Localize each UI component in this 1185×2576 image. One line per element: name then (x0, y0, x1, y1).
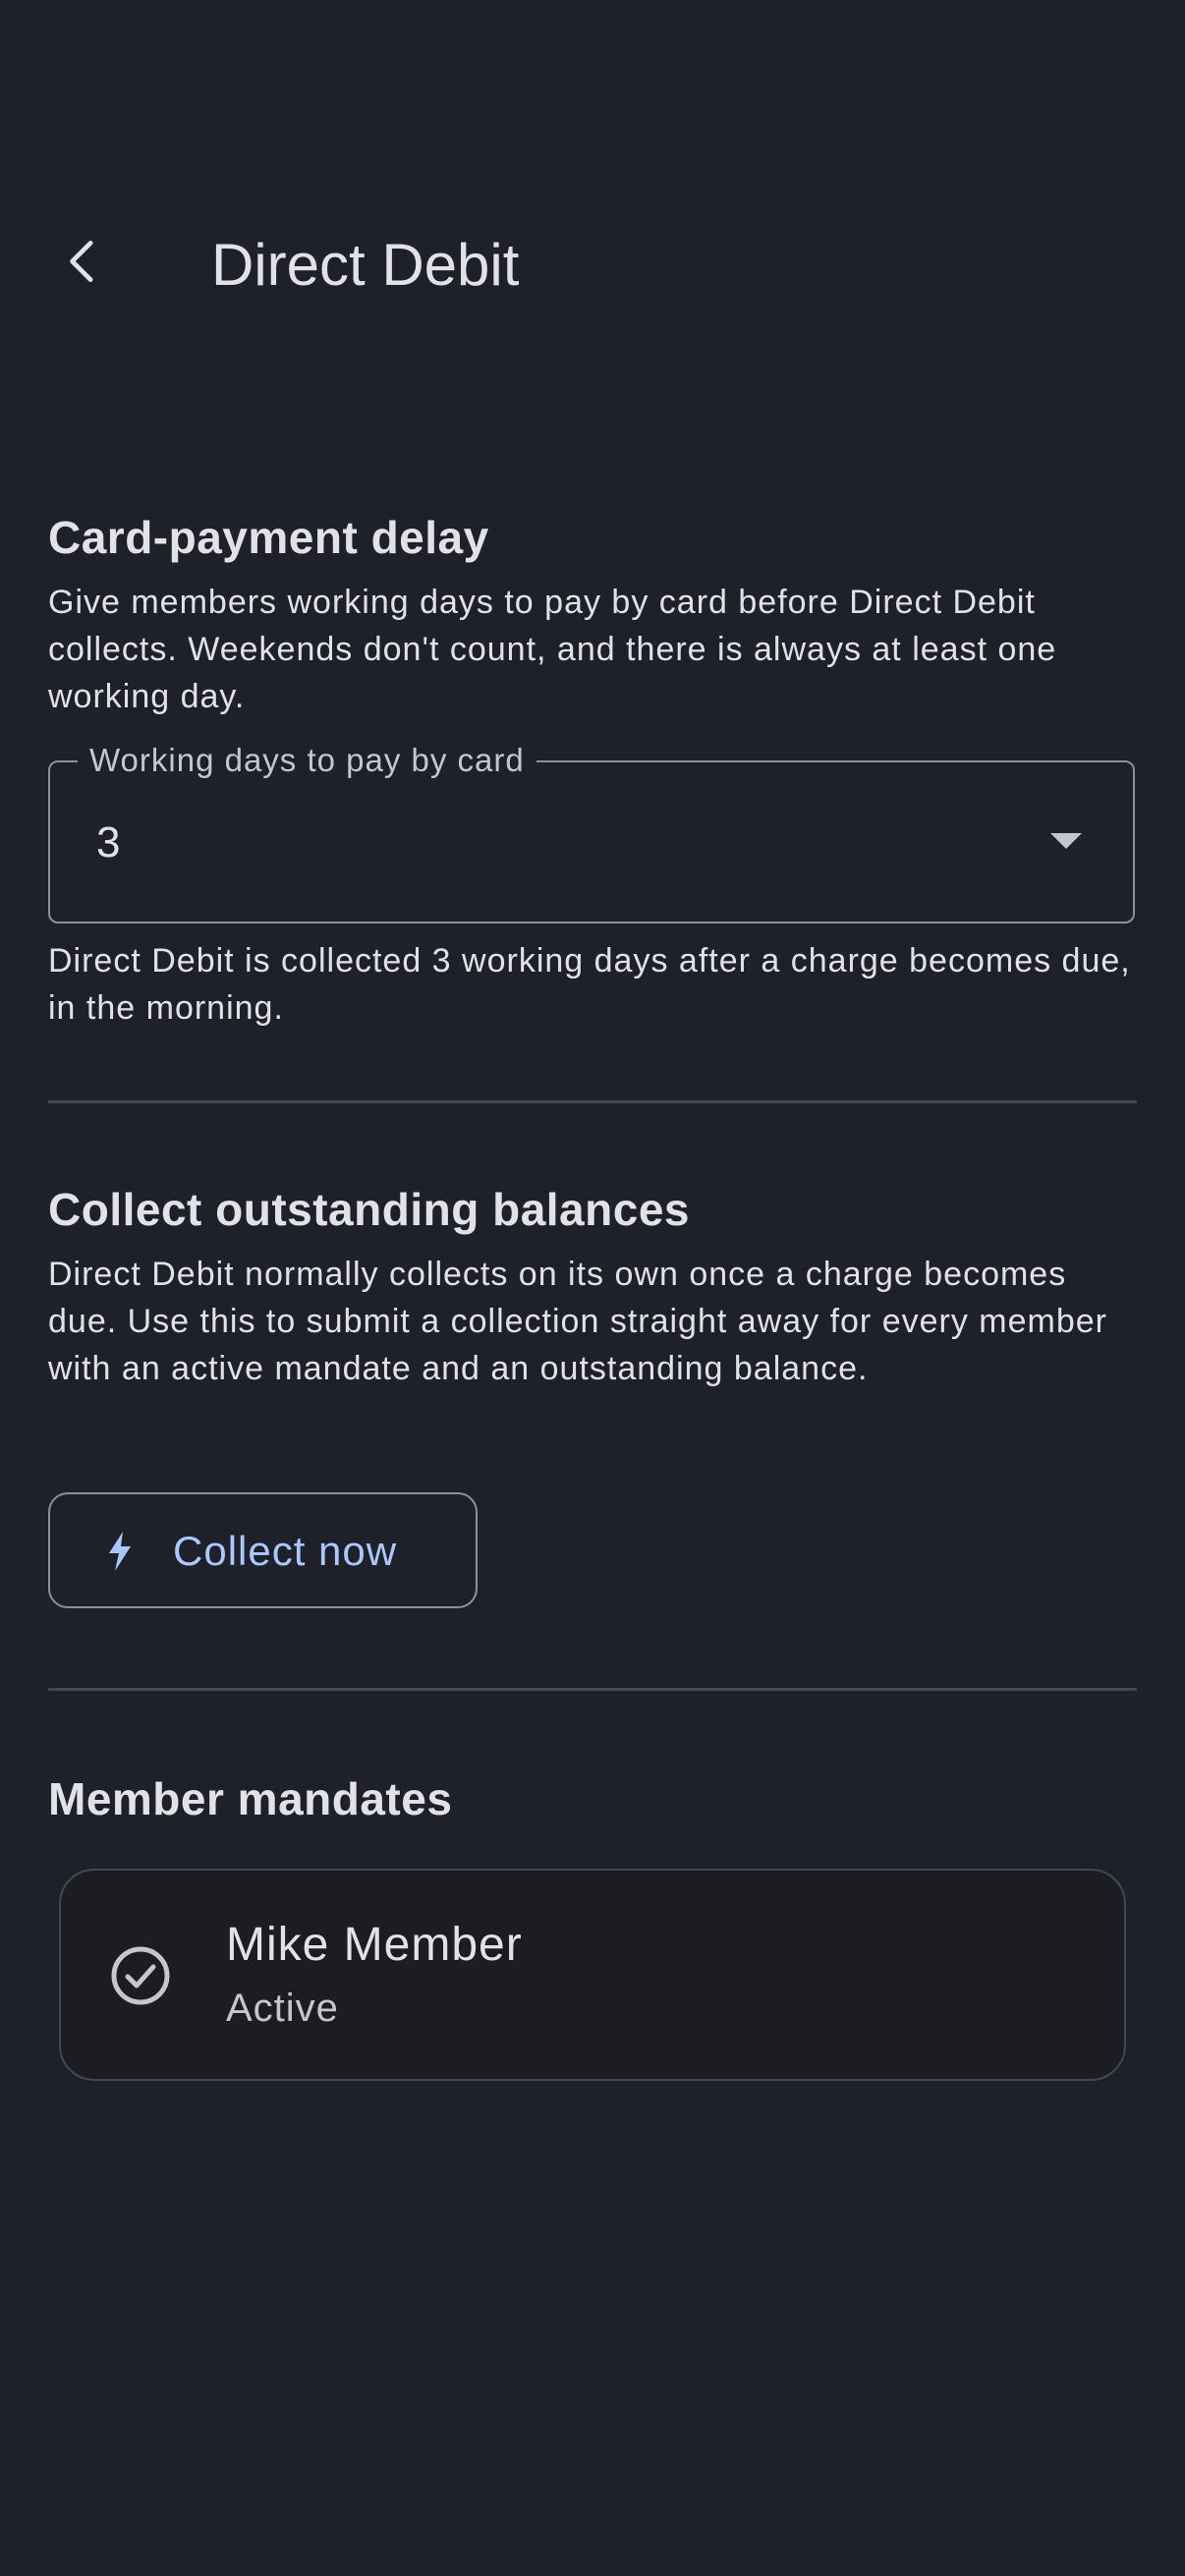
card-payment-delay-helper: Direct Debit is collected 3 working days… (48, 937, 1137, 1032)
page-title: Direct Debit (211, 232, 520, 298)
mandate-status: Active (226, 1987, 339, 2030)
back-button[interactable] (39, 218, 126, 305)
member-mandates-section: Member mandates (48, 1769, 1137, 1828)
working-days-select-value: 3 (96, 818, 121, 867)
card-payment-delay-heading: Card-payment delay (48, 512, 489, 563)
section-divider (48, 1100, 1137, 1103)
section-divider (48, 1688, 1137, 1691)
collect-now-label: Collect now (173, 1528, 398, 1574)
dropdown-arrow-icon (1050, 833, 1082, 849)
member-mandates-heading: Member mandates (48, 1773, 453, 1824)
card-payment-delay-section: Card-payment delay Give members working … (48, 508, 1137, 720)
working-days-helper-text: Direct Debit is collected 3 working days… (48, 942, 1131, 1027)
mandate-member-name: Mike Member (226, 1919, 523, 1971)
arrow-back-icon (70, 241, 93, 282)
check-circle-icon (111, 1946, 170, 2005)
working-days-select[interactable]: Working days to pay by card 3 (48, 739, 1135, 924)
collect-outstanding-description: Direct Debit normally collects on its ow… (48, 1256, 1107, 1387)
collect-outstanding-heading: Collect outstanding balances (48, 1184, 690, 1235)
bolt-icon (109, 1532, 131, 1571)
working-days-select-label: Working days to pay by card (78, 739, 536, 782)
mandate-list-item[interactable]: Mike Member Active (59, 1869, 1126, 2081)
collect-outstanding-section: Collect outstanding balances Direct Debi… (48, 1180, 1137, 1392)
card-payment-delay-description: Give members working days to pay by card… (48, 584, 1057, 715)
app-bar: Direct Debit (0, 0, 1185, 324)
collect-now-button[interactable]: Collect now (48, 1492, 478, 1608)
